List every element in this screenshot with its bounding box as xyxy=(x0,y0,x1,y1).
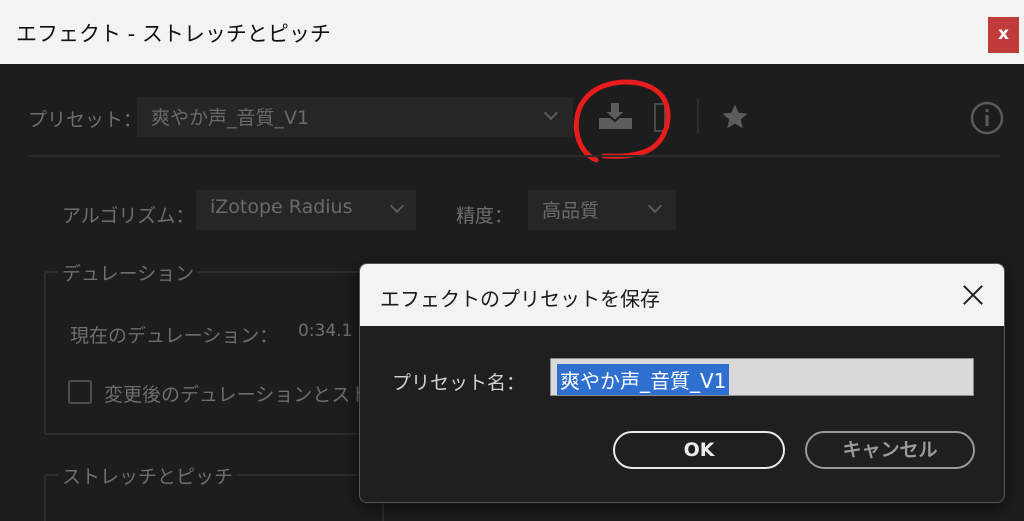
dialog-title: エフェクトのプリセットを保存 xyxy=(380,287,660,311)
close-icon[interactable] xyxy=(956,278,990,312)
duration-checkbox[interactable] xyxy=(68,380,92,404)
duration-group xyxy=(44,271,384,435)
current-duration-value: 0:34.1 xyxy=(298,321,353,341)
annotation-circle xyxy=(573,79,671,163)
chevron-down-icon xyxy=(543,105,559,121)
info-icon[interactable] xyxy=(969,100,1005,136)
dialog-header: エフェクトのプリセットを保存 xyxy=(360,264,1004,326)
algorithm-label: アルゴリズム： xyxy=(62,205,195,227)
chevron-down-icon xyxy=(389,198,405,214)
ok-button[interactable]: OK xyxy=(613,431,785,469)
precision-label: 精度： xyxy=(456,205,514,227)
star-icon[interactable] xyxy=(720,102,750,132)
save-preset-dialog: エフェクトのプリセットを保存 プリセット名： 爽やか声_音質_V1 OK キャン… xyxy=(359,263,1005,503)
algorithm-dropdown[interactable]: iZotope Radius xyxy=(196,190,416,230)
preset-dropdown[interactable]: 爽やか声_音質_V1 xyxy=(137,97,573,137)
separator-line xyxy=(28,155,1000,157)
preset-dropdown-value: 爽やか声_音質_V1 xyxy=(151,107,310,129)
duration-checkbox-label: 変更後のデュレーションとスト xyxy=(104,384,370,406)
preset-label: プリセット： xyxy=(28,109,143,131)
toolbar-divider xyxy=(697,98,699,134)
window-title: エフェクト - ストレッチとピッチ xyxy=(16,22,331,46)
duration-legend: デュレーション xyxy=(58,259,199,286)
cancel-button[interactable]: キャンセル xyxy=(805,431,975,469)
window-close-button[interactable]: x xyxy=(988,17,1019,53)
preset-name-selected-text: 爽やか声_音質_V1 xyxy=(557,364,730,395)
chevron-down-icon xyxy=(647,198,663,214)
window-titlebar: エフェクト - ストレッチとピッチ x xyxy=(0,0,1024,64)
preset-name-label: プリセット名： xyxy=(392,372,526,394)
current-duration-label: 現在のデュレーション： xyxy=(70,325,279,347)
precision-dropdown[interactable]: 高品質 xyxy=(528,190,676,230)
algorithm-dropdown-value: iZotope Radius xyxy=(210,196,353,218)
precision-dropdown-value: 高品質 xyxy=(542,200,600,222)
preset-name-input[interactable]: 爽やか声_音質_V1 xyxy=(550,358,974,396)
stretch-pitch-legend: ストレッチとピッチ xyxy=(58,462,238,489)
